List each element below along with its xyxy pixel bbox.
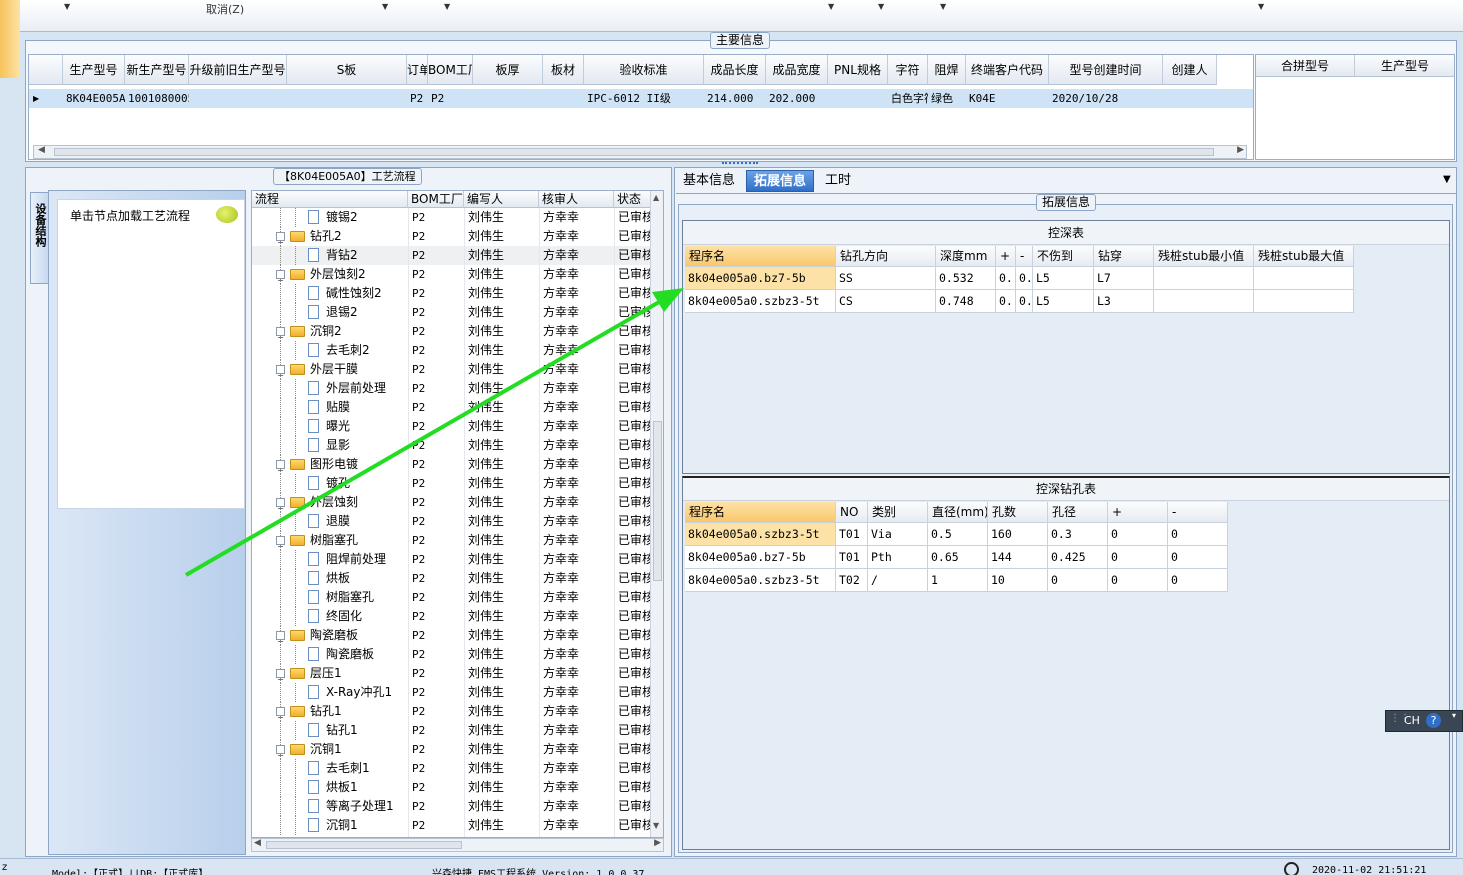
clock-icon — [1284, 862, 1299, 875]
status-system: 兴森快捷 EMS工程系统 Version: 1.0.0.37 — [432, 869, 645, 875]
status-datetime: 2020-11-02 21:51:21 — [1312, 865, 1427, 875]
arrow-line — [185, 296, 667, 577]
annotation-arrow — [185, 288, 684, 577]
status-model: Model:【正式】||DB:【正式库】 — [52, 869, 209, 875]
arrow-head-icon — [652, 288, 684, 312]
status-bar: z Model:【正式】||DB:【正式库】 兴森快捷 EMS工程系统 Vers… — [0, 858, 1463, 875]
status-mark: z — [2, 862, 8, 873]
